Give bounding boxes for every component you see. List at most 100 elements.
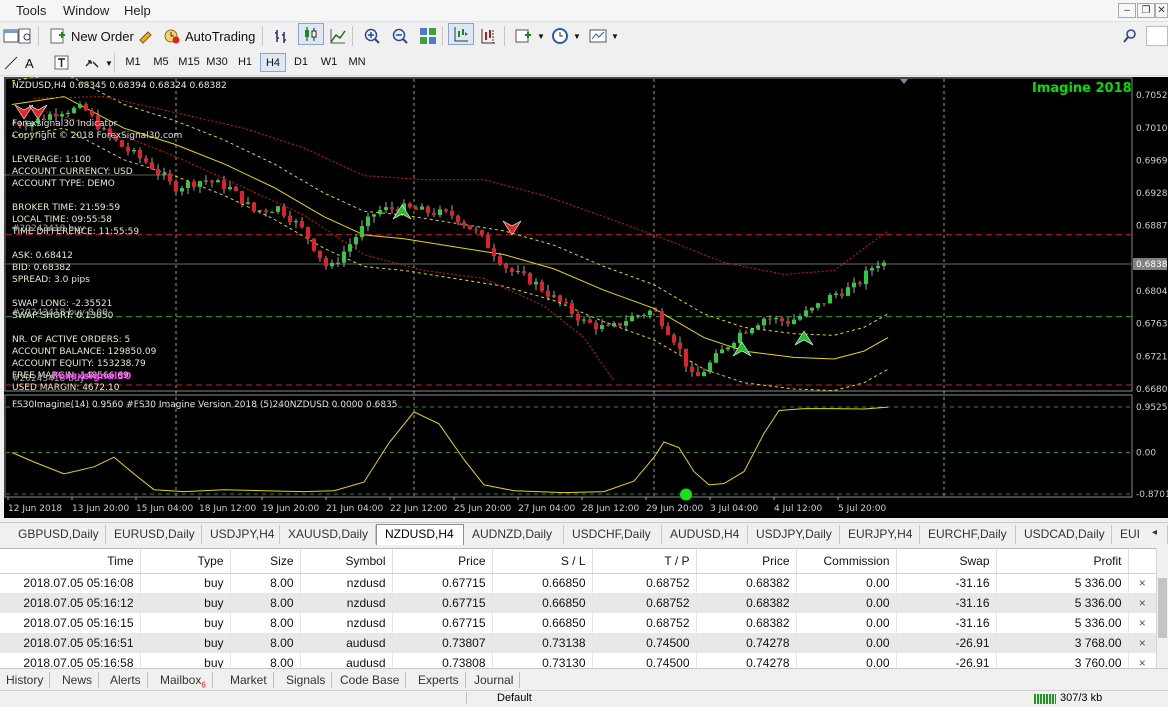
terminal-tab-history[interactable]: History xyxy=(0,672,51,688)
close-position-icon[interactable]: × xyxy=(1128,633,1156,653)
trade-cell: 0.00 xyxy=(796,573,897,593)
trade-row[interactable]: 2018.07.05 05:16:12 buy 8.00 nzdusd 0.67715 0… xyxy=(0,593,1156,613)
cursor-button[interactable] xyxy=(0,52,24,74)
timeframe-w1[interactable]: W1 xyxy=(316,53,342,72)
indicator-axis-label: -0.8701 xyxy=(1136,490,1168,500)
symbol-tab[interactable]: GBPUSD,Daily xyxy=(10,525,106,544)
text-tool-button[interactable]: A xyxy=(22,52,37,74)
candle-body xyxy=(558,295,562,303)
symbol-tab[interactable]: USDJPY,H4 xyxy=(202,525,280,544)
zoom-out-button[interactable] xyxy=(388,25,412,47)
symbol-tab[interactable]: AUDNZD,Daily xyxy=(464,525,564,544)
symbol-tab[interactable]: USDCHF,Daily xyxy=(564,525,662,544)
zoom-in-button[interactable] xyxy=(360,25,384,47)
candle-body xyxy=(594,322,598,329)
column-header[interactable]: Commission xyxy=(796,549,897,574)
timeframe-d1[interactable]: D1 xyxy=(288,53,314,72)
price-chart[interactable]: 0.70520 0.70100 0.69690 0.69280 0.68870 0.683… xyxy=(4,77,1168,518)
timeframe-m15[interactable]: M15 xyxy=(176,53,202,72)
signal-dot-icon xyxy=(680,488,692,501)
terminal-tab-experts[interactable]: Experts xyxy=(412,672,466,688)
column-header[interactable]: Type xyxy=(140,549,231,574)
column-header[interactable]: Size xyxy=(230,549,301,574)
menu-window[interactable]: Window xyxy=(63,3,109,18)
terminal-tab-journal[interactable]: Journal xyxy=(468,672,521,688)
terminal-tab-signals[interactable]: Signals xyxy=(280,672,333,688)
close-position-icon[interactable]: × xyxy=(1128,613,1156,633)
tab-scroll-icon[interactable]: ◂ xyxy=(1152,527,1157,538)
candle-body xyxy=(444,209,448,211)
symbol-tab[interactable]: NZDUSD,H4 xyxy=(376,524,464,545)
menu-help[interactable]: Help xyxy=(124,3,151,18)
symbol-tab[interactable]: EUI xyxy=(1112,525,1168,544)
column-header[interactable]: Price xyxy=(696,549,797,574)
timeframe-m5[interactable]: M5 xyxy=(148,53,174,72)
metaeditor-button[interactable] xyxy=(134,25,158,47)
auto-scroll-button[interactable] xyxy=(448,23,474,45)
column-header[interactable]: Time xyxy=(0,549,141,574)
column-header[interactable]: Swap xyxy=(896,549,997,574)
column-header[interactable]: S / L xyxy=(492,549,593,574)
symbol-tab[interactable]: EURCHF,Daily xyxy=(920,525,1016,544)
line-chart-button[interactable] xyxy=(326,25,350,47)
terminal-tab-market[interactable]: Market xyxy=(224,672,274,688)
tile-windows-button[interactable] xyxy=(416,25,440,47)
zoom-out-icon xyxy=(391,27,409,45)
column-header[interactable]: T / P xyxy=(592,549,697,574)
column-header-spacer xyxy=(1128,549,1157,574)
timeframe-m30[interactable]: M30 xyxy=(204,53,230,72)
terminal-tab-mailbox[interactable]: Mailbox6 xyxy=(154,672,213,689)
column-header[interactable]: Price xyxy=(392,549,493,574)
symbol-tab[interactable]: USDJPY,Daily xyxy=(748,525,840,544)
restore-button[interactable]: ❐ xyxy=(1137,3,1155,18)
magnifier-doc-icon xyxy=(17,27,35,45)
candle-body xyxy=(72,107,76,113)
timeframe-h4[interactable]: H4 xyxy=(260,53,286,72)
templates-button[interactable]: ▼ xyxy=(586,25,622,47)
periods-button[interactable]: ▼ xyxy=(548,25,584,47)
magenta-overlay: Forexsignal30 xyxy=(52,371,132,382)
symbol-tab[interactable]: EURUSD,Daily xyxy=(106,525,202,544)
bar-chart-button[interactable] xyxy=(270,25,294,47)
close-position-icon[interactable]: × xyxy=(1128,573,1156,593)
symbol-tab[interactable]: AUDUSD,H4 xyxy=(662,525,748,544)
minimize-button[interactable]: – xyxy=(1118,3,1136,18)
text-label-tool-button[interactable] xyxy=(50,52,74,74)
candle-body xyxy=(174,181,178,192)
chart-shift-button[interactable] xyxy=(476,25,500,47)
symbol-tab[interactable]: XAUUSD,Daily xyxy=(280,525,376,544)
terminal-tab-alerts[interactable]: Alerts xyxy=(104,672,148,688)
autotrading-button[interactable]: AutoTrading xyxy=(160,25,258,47)
candlestick-button[interactable] xyxy=(298,23,324,45)
candle-body xyxy=(90,110,94,116)
chart-window[interactable]: 0.70520 0.70100 0.69690 0.69280 0.68870 0.683… xyxy=(4,77,1168,518)
search-input[interactable] xyxy=(1146,26,1168,46)
history-center-button[interactable] xyxy=(14,25,38,47)
terminal-tab-code-base[interactable]: Code Base xyxy=(334,672,407,688)
trade-row[interactable]: 2018.07.05 05:16:15 buy 8.00 nzdusd 0.67715 0… xyxy=(0,613,1156,633)
timeframe-mn[interactable]: MN xyxy=(344,53,370,72)
symbol-tab[interactable]: EURJPY,H4 xyxy=(840,525,920,544)
symbol-tab[interactable]: USDCAD,Daily xyxy=(1016,525,1112,544)
menu-tools[interactable]: Tools xyxy=(16,3,46,18)
arrows-tool-button[interactable]: ▼ xyxy=(80,52,116,74)
timeframe-h1[interactable]: H1 xyxy=(232,53,258,72)
new-order-button[interactable]: New Order xyxy=(46,25,137,47)
terminal-scrollbar[interactable] xyxy=(1156,548,1168,668)
scrollbar-thumb[interactable] xyxy=(1158,578,1167,638)
terminal-tab-news[interactable]: News xyxy=(56,672,100,688)
close-button[interactable]: ✕ xyxy=(1155,3,1168,18)
indicators-button[interactable]: ▼ xyxy=(512,25,548,47)
timeframe-m1[interactable]: M1 xyxy=(120,53,146,72)
column-header[interactable]: Symbol xyxy=(300,549,393,574)
time-axis-label: 19 Jun 20:00 xyxy=(262,504,319,514)
candle-body xyxy=(198,181,202,187)
candle-body xyxy=(504,264,508,269)
trade-row[interactable]: 2018.07.05 05:16:08 buy 8.00 nzdusd 0.67715 0… xyxy=(0,573,1156,593)
trade-row[interactable]: 2018.07.05 05:16:51 buy 8.00 audusd 0.73807 0… xyxy=(0,633,1156,653)
column-header[interactable]: Profit xyxy=(996,549,1129,574)
trade-cell: buy xyxy=(140,613,231,633)
close-position-icon[interactable]: × xyxy=(1128,593,1156,613)
trade-cell: 8.00 xyxy=(230,573,301,593)
search-button[interactable] xyxy=(1118,25,1142,47)
